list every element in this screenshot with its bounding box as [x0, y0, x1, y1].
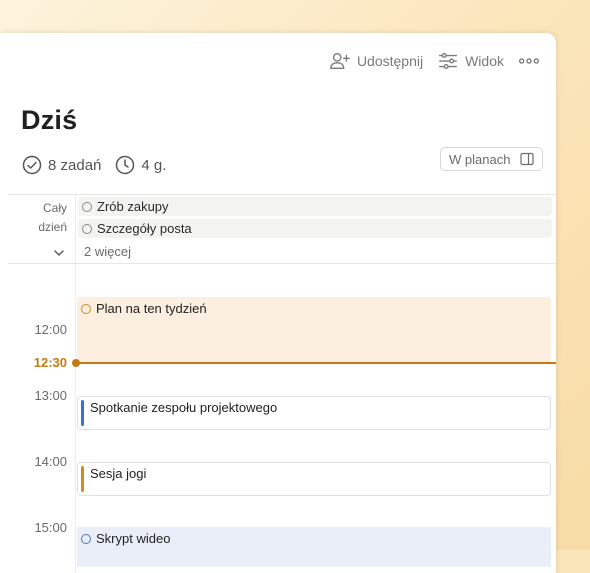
- task-checkbox[interactable]: [82, 223, 92, 234]
- event-color-bar: [81, 400, 84, 426]
- summary-stats: 8 zadań 4 g.: [22, 155, 180, 175]
- allday-label: Cały dzień: [38, 201, 67, 234]
- allday-task[interactable]: Zrób zakupy: [78, 197, 552, 216]
- task-title: Zrób zakupy: [97, 199, 169, 214]
- more-icon: [518, 58, 540, 64]
- sidebar-panel-icon: [520, 152, 534, 166]
- event-title: Skrypt wideo: [96, 531, 171, 546]
- event-block[interactable]: Skrypt wideo: [77, 527, 551, 567]
- time-column-divider: [75, 195, 76, 573]
- toolbar: Udostępnij Widok: [329, 49, 540, 73]
- task-title: Szczegóły posta: [97, 221, 192, 236]
- more-tasks-link[interactable]: 2 więcej: [84, 244, 131, 259]
- task-checkbox[interactable]: [82, 201, 92, 212]
- event-card[interactable]: Spotkanie zespołu projektowego: [77, 396, 551, 430]
- current-time-dot: [72, 359, 80, 367]
- add-user-icon: [330, 52, 350, 70]
- divider: [8, 194, 556, 195]
- task-checkbox[interactable]: [81, 533, 91, 544]
- task-checkbox[interactable]: [81, 303, 91, 314]
- chevron-down-icon[interactable]: [53, 247, 65, 259]
- more-button[interactable]: [518, 50, 540, 72]
- time-label: 14:00: [34, 454, 67, 469]
- page-title: Dziś: [21, 105, 78, 135]
- view-button[interactable]: Widok: [437, 50, 504, 72]
- divider: [8, 263, 556, 264]
- event-title: Spotkanie zespołu projektowego: [90, 400, 278, 415]
- time-label: 12:00: [34, 322, 67, 337]
- event-title: Sesja jogi: [90, 466, 147, 481]
- plans-label: W planach: [449, 151, 511, 167]
- current-time-line: [76, 362, 556, 364]
- hours-stat: 4 g.: [115, 155, 166, 175]
- sliders-icon: [439, 52, 458, 70]
- check-circle-icon: [22, 155, 42, 175]
- time-label: 15:00: [34, 520, 67, 535]
- calendar-panel: Udostępnij Widok Dziś 8 zadań 4 g. W pla…: [0, 33, 556, 573]
- event-block[interactable]: Plan na ten tydzień: [77, 297, 551, 362]
- share-label: Udostępnij: [356, 53, 424, 69]
- clock-icon: [116, 155, 135, 175]
- event-title: Plan na ten tydzień: [96, 301, 207, 316]
- event-color-bar: [81, 466, 84, 492]
- time-label: 13:00: [34, 388, 67, 403]
- tasks-stat: 8 zadań: [22, 155, 101, 175]
- tasks-count: 8 zadań: [48, 156, 102, 174]
- share-button[interactable]: Udostępnij: [329, 50, 423, 72]
- allday-task[interactable]: Szczegóły posta: [78, 219, 552, 238]
- plans-button[interactable]: W planach: [440, 147, 543, 171]
- hours-value: 4 g.: [141, 156, 167, 174]
- event-card[interactable]: Sesja jogi: [77, 462, 551, 496]
- view-label: Widok: [465, 53, 504, 69]
- current-time-label: 12:30: [33, 355, 67, 370]
